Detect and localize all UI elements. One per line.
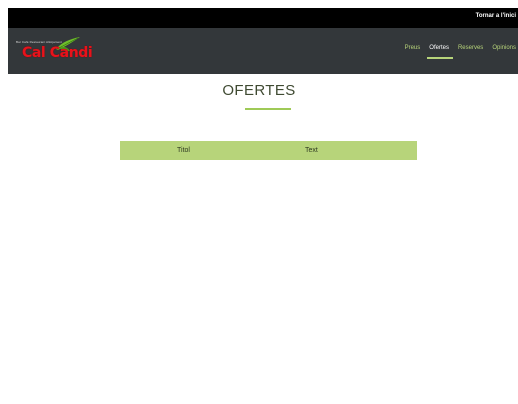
top-bar: Tornar a l'inici [8,8,518,28]
offers-table-header: Titol Text [120,141,417,160]
back-to-home-link[interactable]: Tornar a l'inici [476,13,516,19]
site-logo[interactable]: Bar Cafè Restaurant Allotjament Cal Cand… [16,37,96,64]
main-navbar: Bar Cafè Restaurant Allotjament Cal Cand… [8,28,518,74]
nav-item-preus[interactable]: Preus [405,45,421,57]
page-title: OFERTES [222,82,296,99]
nav-item-reserves[interactable]: Reserves [458,45,483,57]
logo-name: Cal Candi [22,45,93,61]
nav-menu: Preus Ofertes Reserves Opinions [405,45,516,59]
column-header-titol: Titol [177,147,190,154]
nav-item-opinions[interactable]: Opinions [492,45,516,57]
nav-item-ofertes[interactable]: Ofertes [427,45,453,59]
title-underline [245,108,291,110]
column-header-text: Text [305,147,318,154]
